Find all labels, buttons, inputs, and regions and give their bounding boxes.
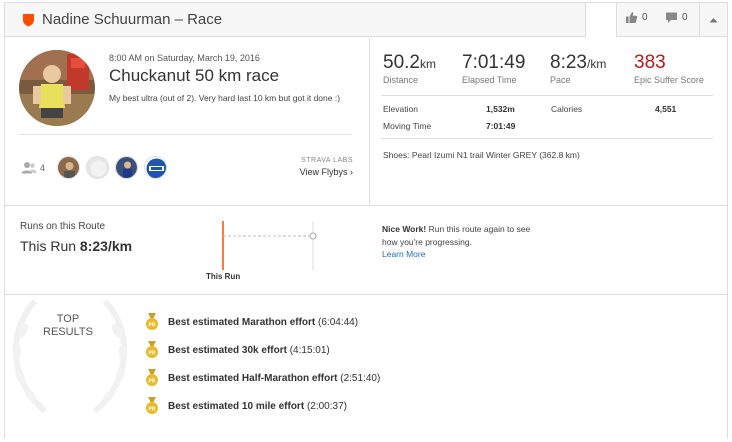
activity-summary: 8:00 AM on Saturday, March 19, 2016 Chuc… bbox=[5, 38, 727, 206]
pr-medal-icon: PR bbox=[146, 341, 158, 358]
route-this-run: This Run 8:23/km bbox=[20, 238, 133, 254]
route-chart bbox=[222, 221, 317, 270]
activity-name: Chuckanut 50 km race bbox=[109, 66, 280, 85]
pr-medal-icon: PR bbox=[146, 397, 158, 414]
athlete-count: 4 bbox=[40, 162, 46, 173]
route-message: Nice Work! Run this route again to see h… bbox=[382, 224, 531, 259]
shoes-info: Shoes: Pearl Izumi N1 trail Winter GREY … bbox=[383, 150, 580, 160]
elevation-label: Elevation bbox=[383, 104, 418, 114]
strava-labs-label: STRAVA LABS bbox=[301, 157, 353, 164]
svg-text:PR: PR bbox=[149, 406, 156, 412]
runs-on-route: Runs on this Route This Run 8:23/km This… bbox=[5, 207, 727, 295]
result-item[interactable]: PR Best estimated Half-Marathon effort (… bbox=[145, 369, 380, 387]
flyby-section: STRAVA LABS View Flybys › bbox=[295, 157, 353, 177]
stat-elapsed-time: 7:01:49 Elapsed Time bbox=[462, 52, 526, 85]
comments-button[interactable]: 0 bbox=[665, 11, 688, 24]
collapse-button[interactable] bbox=[699, 3, 727, 37]
moving-time-value: 7:01:49 bbox=[486, 121, 516, 131]
header-tab-blank[interactable] bbox=[585, 3, 617, 37]
svg-text:PR: PR bbox=[149, 378, 156, 384]
kudos-button[interactable]: 0 bbox=[625, 11, 648, 24]
athlete-thumb-2[interactable] bbox=[86, 156, 110, 179]
athlete-thumb-4[interactable] bbox=[144, 156, 168, 179]
comment-bubble-icon bbox=[666, 12, 677, 23]
activity-datetime: 8:00 AM on Saturday, March 19, 2016 bbox=[109, 53, 260, 63]
activity-description: My best ultra (out of 2). Very hard last… bbox=[109, 93, 341, 103]
athlete-thumb-1[interactable] bbox=[57, 156, 81, 179]
comment-count: 0 bbox=[682, 12, 688, 23]
kudos-count: 0 bbox=[642, 12, 648, 23]
moving-time-label: Moving Time bbox=[383, 121, 432, 131]
result-item[interactable]: PR Best estimated 10 mile effort (2:00:3… bbox=[145, 397, 347, 415]
thumbs-up-icon bbox=[626, 12, 638, 23]
route-point bbox=[309, 232, 317, 240]
activity-card: Nadine Schuurman – Race 0 0 8:00 AM on S… bbox=[4, 2, 728, 438]
view-flybys-link[interactable]: View Flybys › bbox=[295, 167, 353, 177]
pr-medal-icon: PR bbox=[146, 369, 158, 386]
top-results: TOP RESULTS PR Best estimated Marathon e… bbox=[5, 296, 727, 438]
activity-title: Nadine Schuurman – Race bbox=[42, 11, 223, 28]
athlete-avatar[interactable] bbox=[19, 50, 95, 126]
this-run-label: This Run bbox=[206, 272, 241, 281]
pr-medal-icon: PR bbox=[146, 313, 158, 330]
chevron-up-icon bbox=[709, 18, 718, 23]
stat-pace: 8:23/km Pace bbox=[550, 52, 607, 85]
result-item[interactable]: PR Best estimated 30k effort (4:15:01) bbox=[145, 341, 330, 359]
group-athletes: 4 bbox=[21, 156, 173, 179]
learn-more-link[interactable]: Learn More bbox=[382, 249, 425, 259]
route-title: Runs on this Route bbox=[20, 221, 106, 232]
result-item[interactable]: PR Best estimated Marathon effort (6:04:… bbox=[145, 313, 358, 331]
vertical-divider bbox=[369, 38, 370, 205]
svg-text:PR: PR bbox=[149, 350, 156, 356]
elevation-value: 1,532m bbox=[486, 104, 515, 114]
people-icon bbox=[21, 162, 37, 174]
race-shield-icon bbox=[23, 14, 34, 27]
svg-text:PR: PR bbox=[149, 322, 156, 328]
divider bbox=[19, 134, 352, 135]
stats-divider bbox=[381, 95, 713, 96]
calories-value: 4,551 bbox=[655, 104, 677, 114]
athlete-photo-icon bbox=[19, 50, 95, 126]
stat-distance: 50.2km Distance bbox=[383, 52, 436, 85]
stat-suffer-score[interactable]: 383 Epic Suffer Score bbox=[634, 52, 704, 85]
activity-header: Nadine Schuurman – Race 0 0 bbox=[5, 3, 727, 37]
top-results-label: TOP RESULTS bbox=[43, 313, 93, 338]
stats-divider-2 bbox=[381, 138, 713, 139]
athlete-thumb-3[interactable] bbox=[115, 156, 139, 179]
calories-label: Calories bbox=[551, 104, 583, 114]
